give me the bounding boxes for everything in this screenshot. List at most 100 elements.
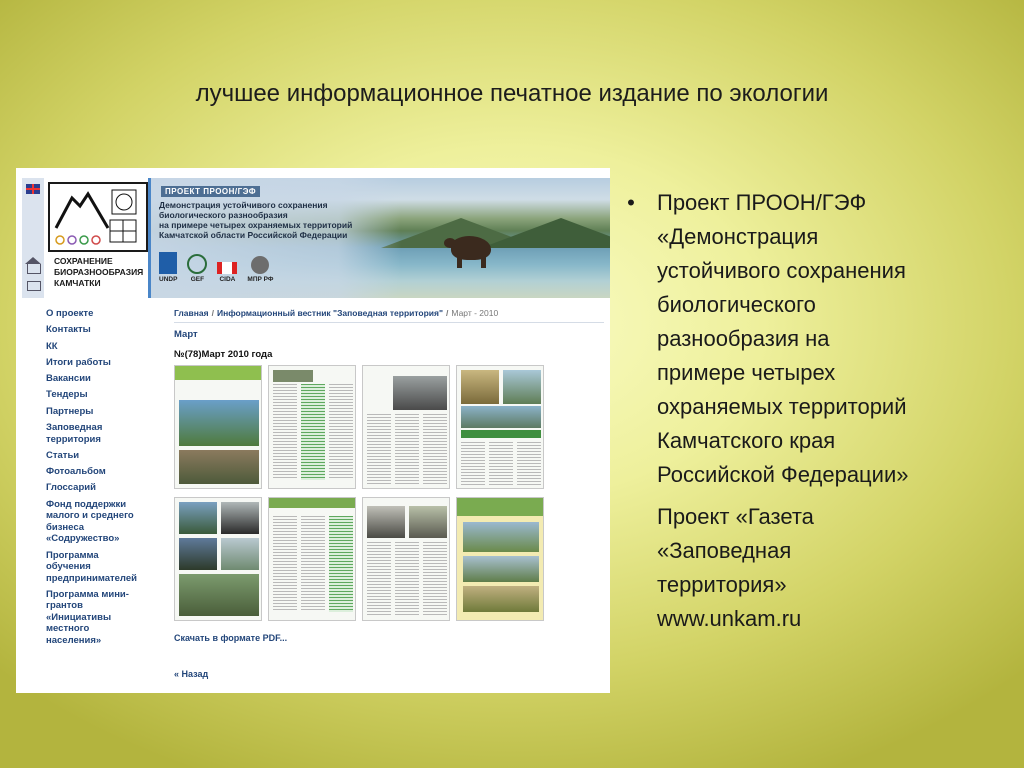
- sidebar-nav-item[interactable]: О проекте: [46, 308, 166, 320]
- breadcrumb-section[interactable]: Информационный вестник "Заповедная терри…: [217, 308, 443, 318]
- banner-line: на примере четырех охраняемых территорий: [159, 220, 353, 230]
- home-icon[interactable]: [25, 257, 41, 274]
- breadcrumb-home[interactable]: Главная: [174, 308, 209, 318]
- nav-item-label: Тендеры: [46, 389, 88, 401]
- nav-item-label: обучения: [46, 561, 91, 573]
- nav-item-label: бизнеса: [46, 521, 85, 533]
- banner-tag: ПРОЕКТ ПРООН/ГЭФ: [161, 186, 261, 197]
- nav-item-label: О проекте: [46, 308, 94, 319]
- bullet-line: «Заповедная: [657, 538, 792, 563]
- partner-label: GEF: [190, 276, 205, 283]
- bullet-line: территория»: [657, 572, 787, 597]
- sidebar-nav-item[interactable]: Статьи: [46, 450, 166, 462]
- breadcrumb-current: Март - 2010: [451, 308, 499, 318]
- back-link[interactable]: « Назад: [174, 669, 604, 679]
- page-thumbnail-5[interactable]: [174, 497, 262, 621]
- sidebar-nav-item[interactable]: Фонд поддержки малого и среднего бизнеса «С…: [46, 499, 166, 545]
- gef-logo-icon: [187, 254, 208, 274]
- sidebar-nav-item[interactable]: Партнеры: [46, 406, 166, 418]
- bullet-line: биологического: [657, 292, 816, 317]
- slide-title: лучшее информационное печатное издание п…: [195, 80, 829, 107]
- bullet-line: «Демонстрация: [657, 224, 819, 249]
- logo-emblem: [48, 182, 148, 252]
- page-thumbnail-3[interactable]: [362, 365, 450, 489]
- bullet-icon: •: [627, 190, 635, 215]
- nav-item-label: Фотоальбом: [46, 466, 106, 478]
- partner-undp: UNDP: [159, 252, 177, 283]
- sidebar-nav-item[interactable]: Вакансии: [46, 373, 166, 385]
- bullet-line: охраняемых территорий: [657, 394, 907, 419]
- page-thumbnails: [174, 365, 604, 621]
- banner-line: Демонстрация устойчивого сохранения: [159, 200, 328, 210]
- logo-line: КАМЧАТКИ: [54, 278, 101, 288]
- page-thumbnail-6[interactable]: [268, 497, 356, 621]
- partner-logos: UNDP GEF CIDA МПР РФ: [159, 252, 273, 283]
- partner-label: МПР РФ: [247, 276, 274, 283]
- coat-of-arms-icon: [251, 256, 270, 274]
- page-thumbnail-8[interactable]: [456, 497, 544, 621]
- issue-heading: №(78)Март 2010 года: [174, 349, 273, 360]
- bullet-line: Проект ПРООН/ГЭФ: [657, 190, 867, 215]
- banner-line: Камчатской области Российской Федерации: [159, 230, 348, 240]
- undp-logo-icon: [159, 252, 178, 274]
- partner-label: CIDA: [219, 276, 236, 283]
- sidebar-nav-item[interactable]: Программа мини-грантов «Инициативы местног…: [46, 589, 166, 647]
- canada-flag-icon: [217, 262, 238, 274]
- nav-item-label: Глоссарий: [46, 482, 96, 494]
- banner-text: Демонстрация устойчивого сохранения биол…: [159, 200, 409, 240]
- download-pdf-link[interactable]: Скачать в формате PDF...: [174, 633, 604, 643]
- bullet-line: разнообразия на: [657, 326, 830, 351]
- bullet-line: www.unkam.ru: [657, 606, 802, 631]
- site-logo[interactable]: СОХРАНЕНИЕ БИОРАЗНООБРАЗИЯ КАМЧАТКИ: [44, 178, 151, 298]
- bear-leg: [457, 256, 462, 268]
- nav-item-label: КК: [46, 340, 58, 352]
- sidebar-nav-item[interactable]: Контакты: [46, 324, 166, 336]
- nav-item-label: Программа: [46, 549, 99, 561]
- partner-gef: GEF: [187, 254, 208, 283]
- sidebar-nav: О проекте Контакты КК Итоги работы Вакансии Т…: [46, 308, 166, 651]
- utility-column: [22, 178, 44, 298]
- bullet-newspaper-text: Проект «Газета «Заповедная территория» www.…: [657, 500, 814, 636]
- page-thumbnail-7[interactable]: [362, 497, 450, 621]
- breadcrumb: Главная / Информационный вестник "Заповедн…: [174, 308, 499, 318]
- nav-item-label: Контакты: [46, 324, 91, 336]
- website-screenshot: СОХРАНЕНИЕ БИОРАЗНООБРАЗИЯ КАМЧАТКИ ПРОЕ…: [16, 168, 610, 693]
- divider: [174, 322, 604, 323]
- sidebar-nav-item[interactable]: Фотоальбом: [46, 466, 166, 478]
- bullet-line: Камчатского края: [657, 428, 836, 453]
- mountain-shape: [481, 218, 610, 248]
- logo-caption: СОХРАНЕНИЕ БИОРАЗНООБРАЗИЯ КАМЧАТКИ: [54, 256, 146, 289]
- bullet-line: примере четырех: [657, 360, 836, 385]
- nav-item-label: местного: [46, 623, 90, 635]
- sidebar-nav-item[interactable]: КК: [46, 341, 166, 353]
- nav-item-label: Вакансии: [46, 373, 91, 385]
- nav-item-label: Партнеры: [46, 405, 94, 417]
- bullet-line: Российской Федерации»: [657, 462, 909, 487]
- nav-item-label: Фонд поддержки: [46, 498, 127, 510]
- page-thumbnail-4[interactable]: [456, 365, 544, 489]
- logo-line: БИОРАЗНООБРАЗИЯ: [54, 267, 144, 277]
- sidebar-nav-item[interactable]: Глоссарий: [46, 482, 166, 494]
- header-banner: ПРОЕКТ ПРООН/ГЭФ Демонстрация устойчивог…: [151, 178, 610, 298]
- bullet-line: Проект «Газета: [657, 504, 814, 529]
- page-thumbnail-2[interactable]: [268, 365, 356, 489]
- sidebar-nav-item[interactable]: Заповедная территория: [46, 422, 166, 445]
- partner-cida: CIDA: [217, 262, 238, 283]
- sidebar-nav-item[interactable]: Программа обучения предпринимателей: [46, 550, 166, 585]
- sidebar-nav-item[interactable]: Итоги работы: [46, 357, 166, 369]
- nav-item-label: Программа мини-: [46, 588, 129, 600]
- partner-label: UNDP: [159, 276, 178, 283]
- nav-item-label: Заповедная: [46, 422, 103, 434]
- nav-item-label: территория: [46, 433, 101, 445]
- page-thumbnail-1[interactable]: [174, 365, 262, 489]
- mail-icon[interactable]: [27, 281, 41, 291]
- partner-mpr: МПР РФ: [247, 256, 273, 283]
- logo-line: СОХРАНЕНИЕ: [54, 256, 113, 266]
- sidebar-nav-item[interactable]: Тендеры: [46, 389, 166, 401]
- uk-flag-icon[interactable]: [26, 184, 40, 194]
- nav-item-label: Итоги работы: [46, 356, 111, 368]
- main-content: Главная / Информационный вестник "Заповедн…: [174, 308, 604, 679]
- banner-line: биологического разнообразия: [159, 210, 288, 220]
- nav-item-label: Статьи: [46, 449, 80, 461]
- nav-item-label: предпринимателей: [46, 572, 137, 584]
